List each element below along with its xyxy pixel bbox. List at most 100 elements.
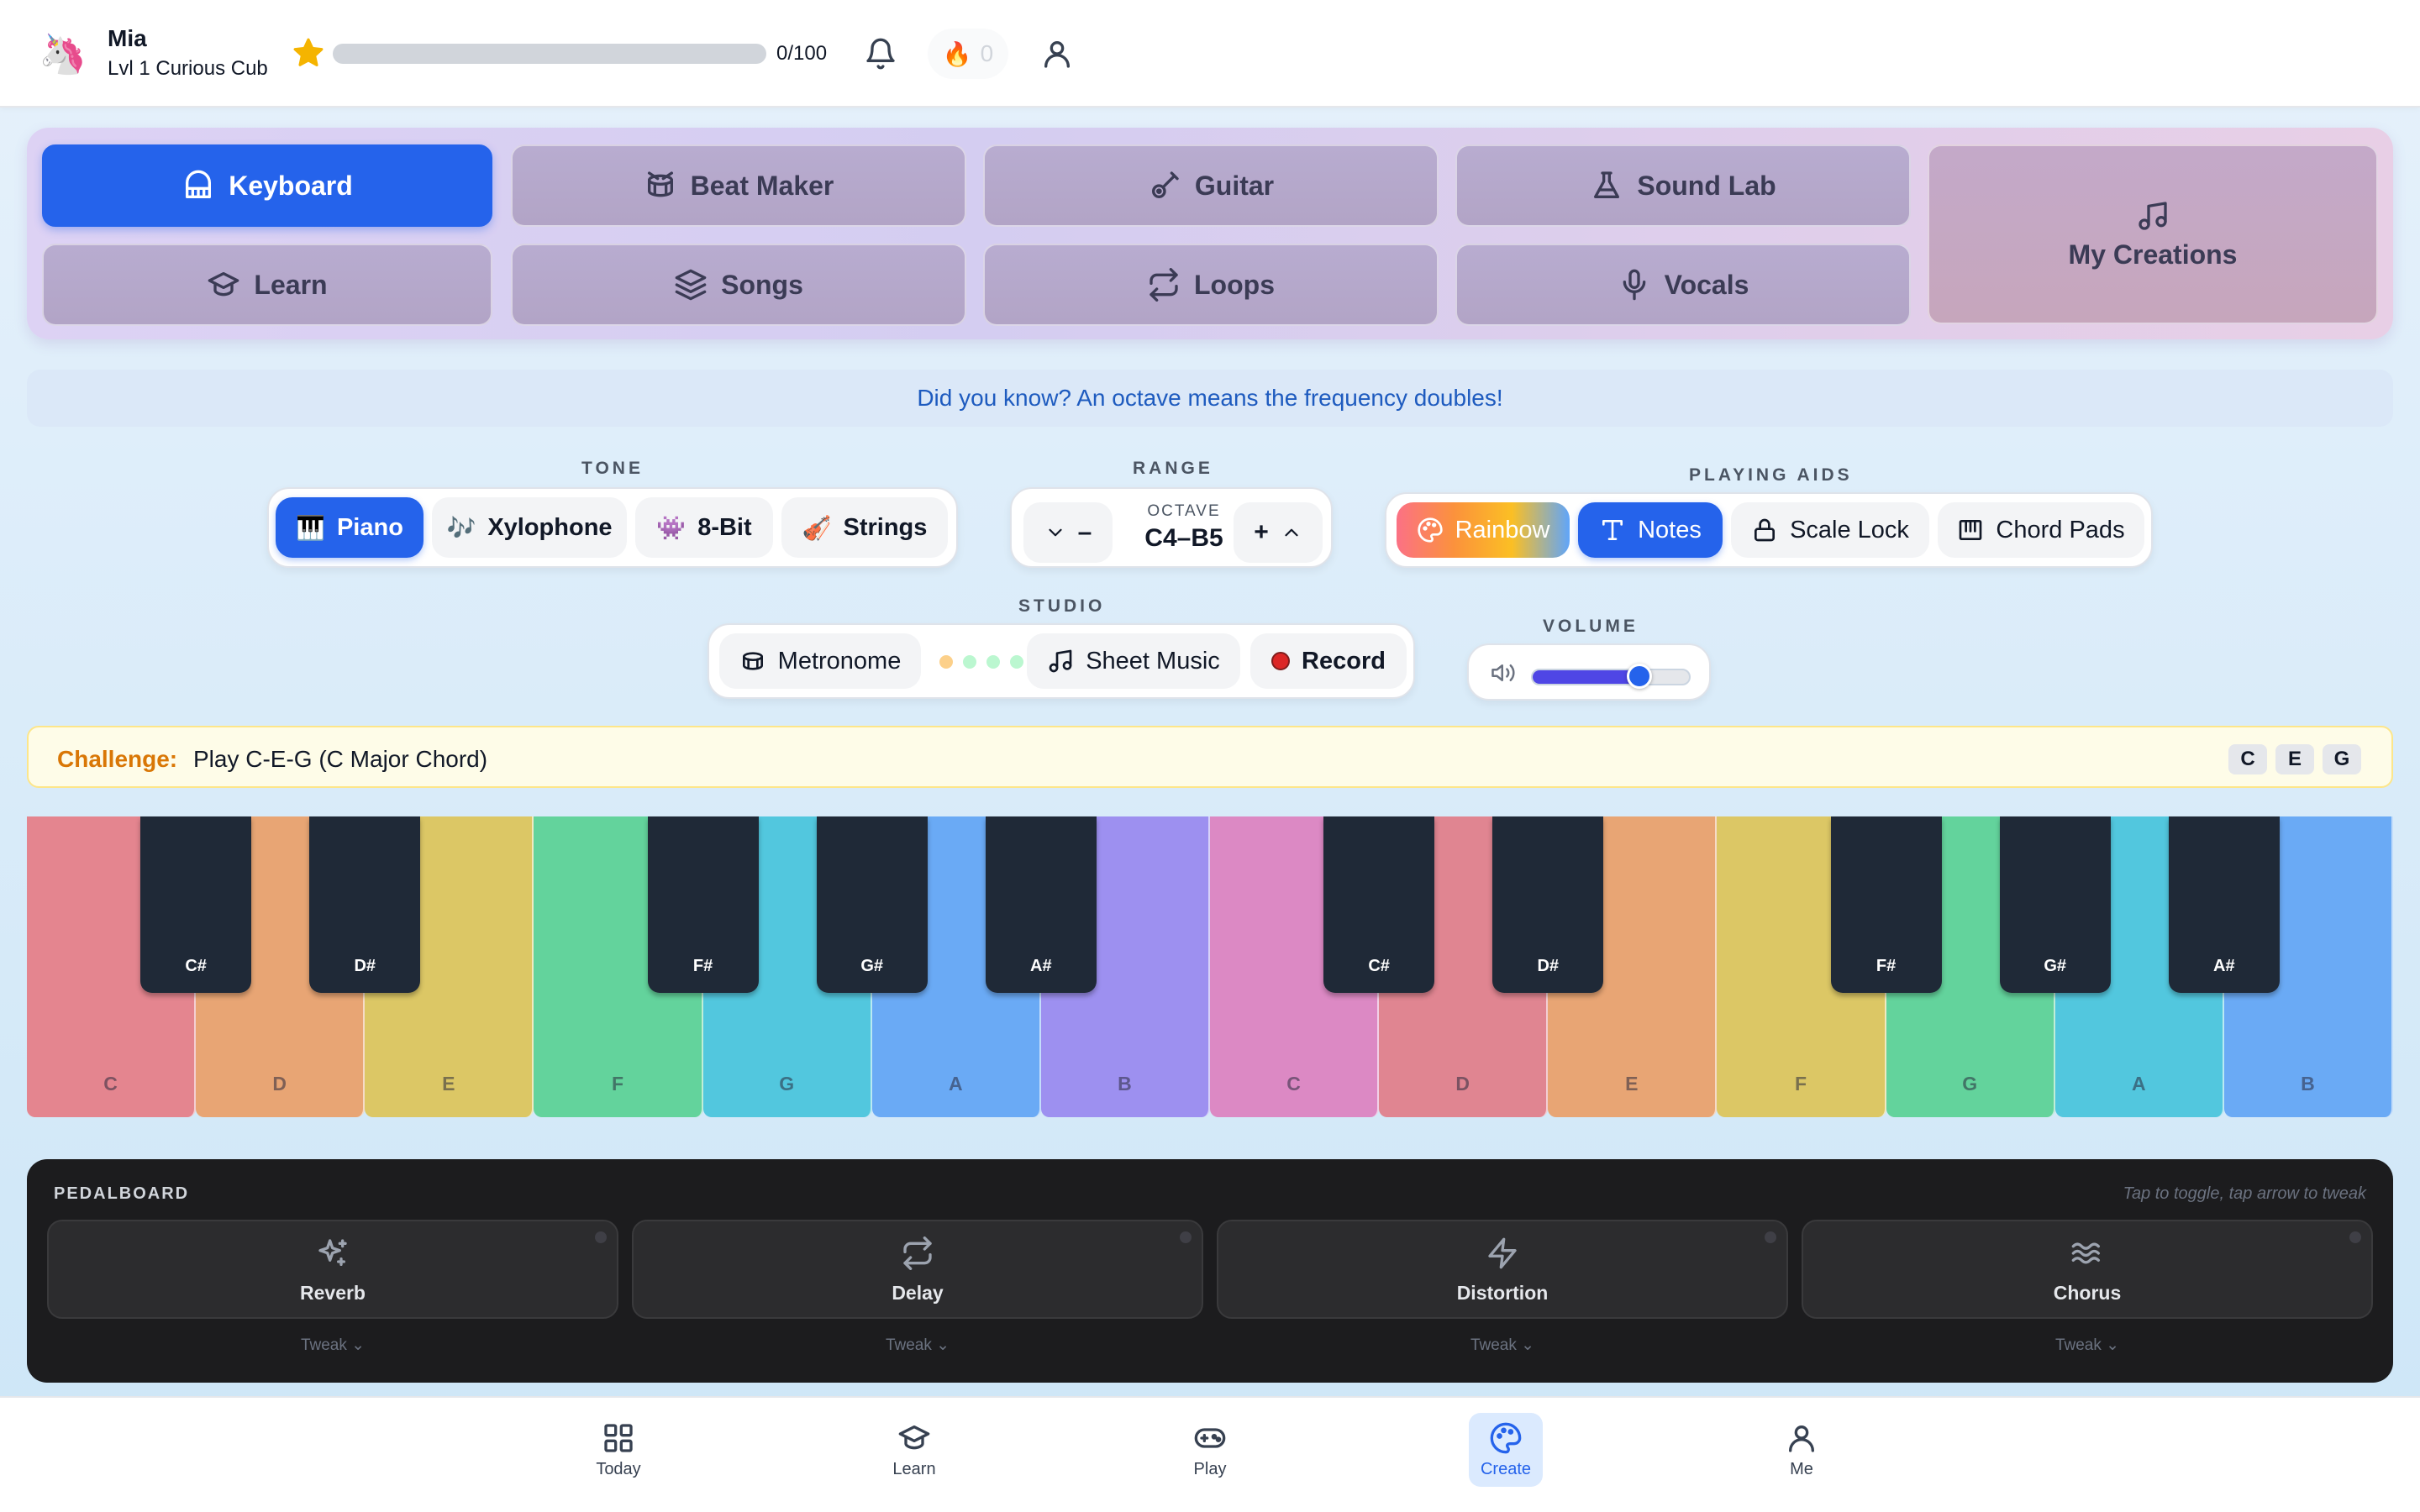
xp-progress-bar xyxy=(333,44,766,64)
tone-8bit-button[interactable]: 👾 8-Bit xyxy=(635,497,773,558)
octave-label: OCTAVE xyxy=(1147,502,1221,520)
nav-today[interactable]: Today xyxy=(581,1413,655,1487)
aid-notes-button[interactable]: Notes xyxy=(1578,502,1723,558)
tone-strings-button[interactable]: 🎻 Strings xyxy=(781,497,948,558)
black-key[interactable]: A# xyxy=(985,816,1097,993)
mode-keyboard-button[interactable]: Keyboard xyxy=(42,144,492,227)
record-button[interactable]: Record xyxy=(1250,633,1407,689)
mode-label: Songs xyxy=(721,269,803,300)
aids-section-label: PLAYING AIDS xyxy=(1689,465,1853,485)
mode-vocals-button[interactable]: Vocals xyxy=(1455,244,1911,326)
black-key[interactable]: C# xyxy=(140,816,252,993)
unicorn-avatar[interactable]: 🦄 xyxy=(39,30,87,77)
streak-badge[interactable]: 🔥 0 xyxy=(928,29,1008,79)
graduation-cap-icon xyxy=(207,268,240,302)
aid-scale-lock-button[interactable]: Scale Lock xyxy=(1731,502,1929,558)
bottom-navigation: Today Learn Play Create Me xyxy=(0,1396,2420,1512)
aid-rainbow-button[interactable]: Rainbow xyxy=(1397,502,1570,558)
nav-play[interactable]: Play xyxy=(1173,1413,1247,1487)
grid-icon xyxy=(602,1421,635,1455)
metronome-button[interactable]: Metronome xyxy=(719,633,921,689)
black-key[interactable]: A# xyxy=(2168,816,2280,993)
pedal-distortion[interactable]: Distortion xyxy=(1217,1220,1788,1319)
repeat-icon xyxy=(1147,268,1181,302)
nav-learn[interactable]: Learn xyxy=(877,1413,951,1487)
volume-slider-knob[interactable] xyxy=(1627,664,1653,689)
black-key[interactable]: G# xyxy=(1999,816,2111,993)
black-key[interactable]: F# xyxy=(1830,816,1942,993)
xp-text: 0/100 xyxy=(776,42,828,65)
mode-learn-button[interactable]: Learn xyxy=(42,244,492,326)
chorus-tweak-button[interactable]: Tweak ⌄ xyxy=(1802,1336,2373,1355)
challenge-note-chip: E xyxy=(2275,744,2314,774)
aid-label: Notes xyxy=(1638,516,1702,543)
tone-piano-button[interactable]: 🎹 Piano xyxy=(276,497,424,558)
streak-count: 0 xyxy=(980,40,994,66)
pedal-chorus[interactable]: Chorus xyxy=(1802,1220,2373,1319)
mode-panel: Keyboard Beat Maker Guitar Sound Lab My … xyxy=(27,128,2393,339)
user-icon xyxy=(1785,1421,1818,1455)
black-key[interactable]: F# xyxy=(647,816,759,993)
drum-icon xyxy=(739,648,766,675)
mode-my-creations-button[interactable]: My Creations xyxy=(1928,144,2378,324)
palette-icon xyxy=(1489,1421,1523,1455)
tone-section-label: TONE xyxy=(581,459,644,478)
pedal-reverb[interactable]: Reverb xyxy=(47,1220,618,1319)
black-key[interactable]: G# xyxy=(816,816,928,993)
metronome-beat-indicator xyxy=(939,655,1023,669)
pedal-name: Distortion xyxy=(1456,1282,1549,1304)
pedalboard-hint: Tap to toggle, tap arrow to tweak xyxy=(2123,1184,2366,1203)
tone-label: 8-Bit xyxy=(697,513,752,541)
guitar-icon xyxy=(1148,169,1181,202)
music-note-icon xyxy=(1047,648,1074,675)
octave-down-button[interactable]: – xyxy=(1023,502,1113,563)
tone-label: Strings xyxy=(843,513,928,541)
tone-selector: 🎹 Piano 🎶 Xylophone 👾 8-Bit 🎻 Strings xyxy=(267,487,958,568)
black-key[interactable]: C# xyxy=(1323,816,1435,993)
user-name: Mia xyxy=(108,25,147,51)
mode-label: Learn xyxy=(254,269,328,300)
pedal-name: Reverb xyxy=(300,1282,366,1304)
waves-icon xyxy=(2070,1236,2104,1270)
pedal-status-led xyxy=(1180,1231,1192,1243)
mode-label: Vocals xyxy=(1664,269,1749,300)
nav-label: Learn xyxy=(892,1459,936,1478)
nav-me[interactable]: Me xyxy=(1765,1413,1839,1487)
aid-chord-pads-button[interactable]: Chord Pads xyxy=(1938,502,2144,558)
pedal-name: Delay xyxy=(892,1282,944,1304)
mode-label: Loops xyxy=(1194,269,1275,300)
aid-label: Rainbow xyxy=(1455,516,1550,543)
black-key[interactable]: D# xyxy=(1492,816,1604,993)
mode-guitar-button[interactable]: Guitar xyxy=(983,144,1439,227)
palette-icon xyxy=(1417,517,1444,543)
flask-icon xyxy=(1590,169,1623,202)
tone-xylophone-button[interactable]: 🎶 Xylophone xyxy=(432,497,627,558)
pedal-status-led xyxy=(2349,1231,2361,1243)
mode-loops-button[interactable]: Loops xyxy=(983,244,1439,326)
beat-dot xyxy=(986,655,1000,669)
chevron-down-icon xyxy=(1044,522,1066,543)
music-notes-icon: 🎶 xyxy=(446,514,476,541)
beat-dot xyxy=(1010,655,1023,669)
pedal-delay[interactable]: Delay xyxy=(632,1220,1203,1319)
nav-label: Today xyxy=(596,1459,641,1478)
speaker-icon[interactable] xyxy=(1489,660,1518,685)
sheet-music-button[interactable]: Sheet Music xyxy=(1027,633,1240,689)
reverb-tweak-button[interactable]: Tweak ⌄ xyxy=(47,1336,618,1355)
distortion-tweak-button[interactable]: Tweak ⌄ xyxy=(1217,1336,1788,1355)
volume-slider-track[interactable] xyxy=(1531,669,1691,685)
mode-beat-maker-button[interactable]: Beat Maker xyxy=(511,144,966,227)
volume-control xyxy=(1467,643,1711,701)
chevron-up-icon xyxy=(1281,522,1302,543)
mode-sound-lab-button[interactable]: Sound Lab xyxy=(1455,144,1911,227)
delay-tweak-button[interactable]: Tweak ⌄ xyxy=(632,1336,1203,1355)
volume-section-label: VOLUME xyxy=(1543,617,1639,636)
octave-up-button[interactable]: + xyxy=(1234,502,1323,563)
beat-dot xyxy=(939,655,953,669)
user-icon[interactable] xyxy=(1040,37,1074,71)
nav-create[interactable]: Create xyxy=(1469,1413,1543,1487)
mode-songs-button[interactable]: Songs xyxy=(511,244,966,326)
range-section-label: RANGE xyxy=(1133,459,1213,478)
black-key[interactable]: D# xyxy=(309,816,421,993)
bell-icon[interactable] xyxy=(864,37,897,71)
